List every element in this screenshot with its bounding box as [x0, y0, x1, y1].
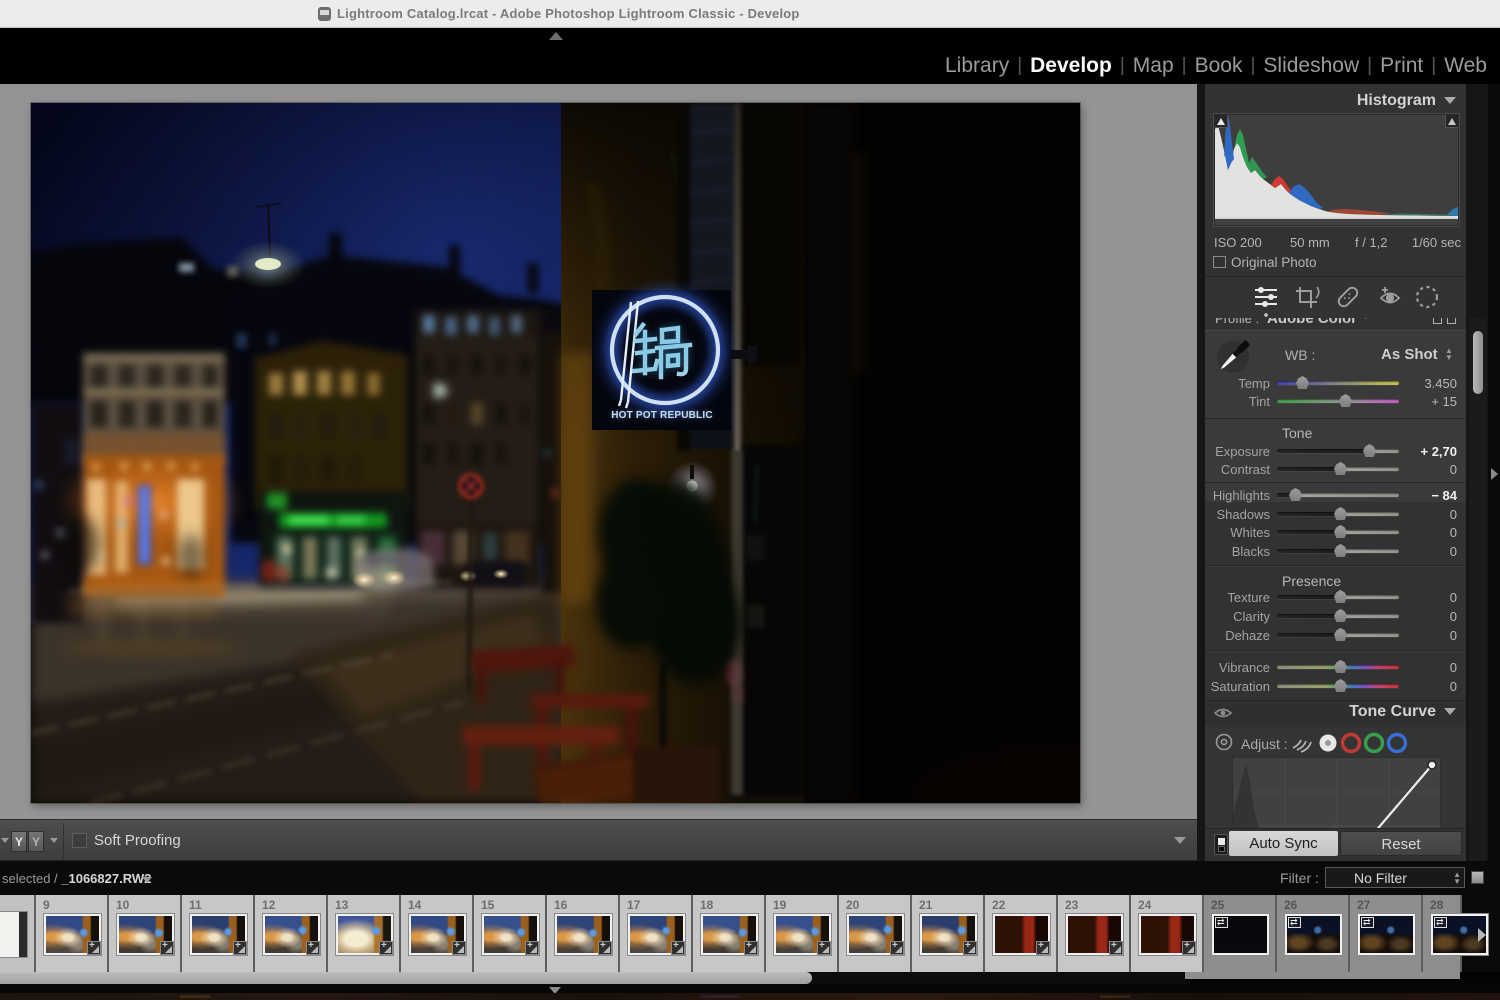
svg-text:HOT POT REPUBLIC: HOT POT REPUBLIC	[611, 410, 713, 421]
